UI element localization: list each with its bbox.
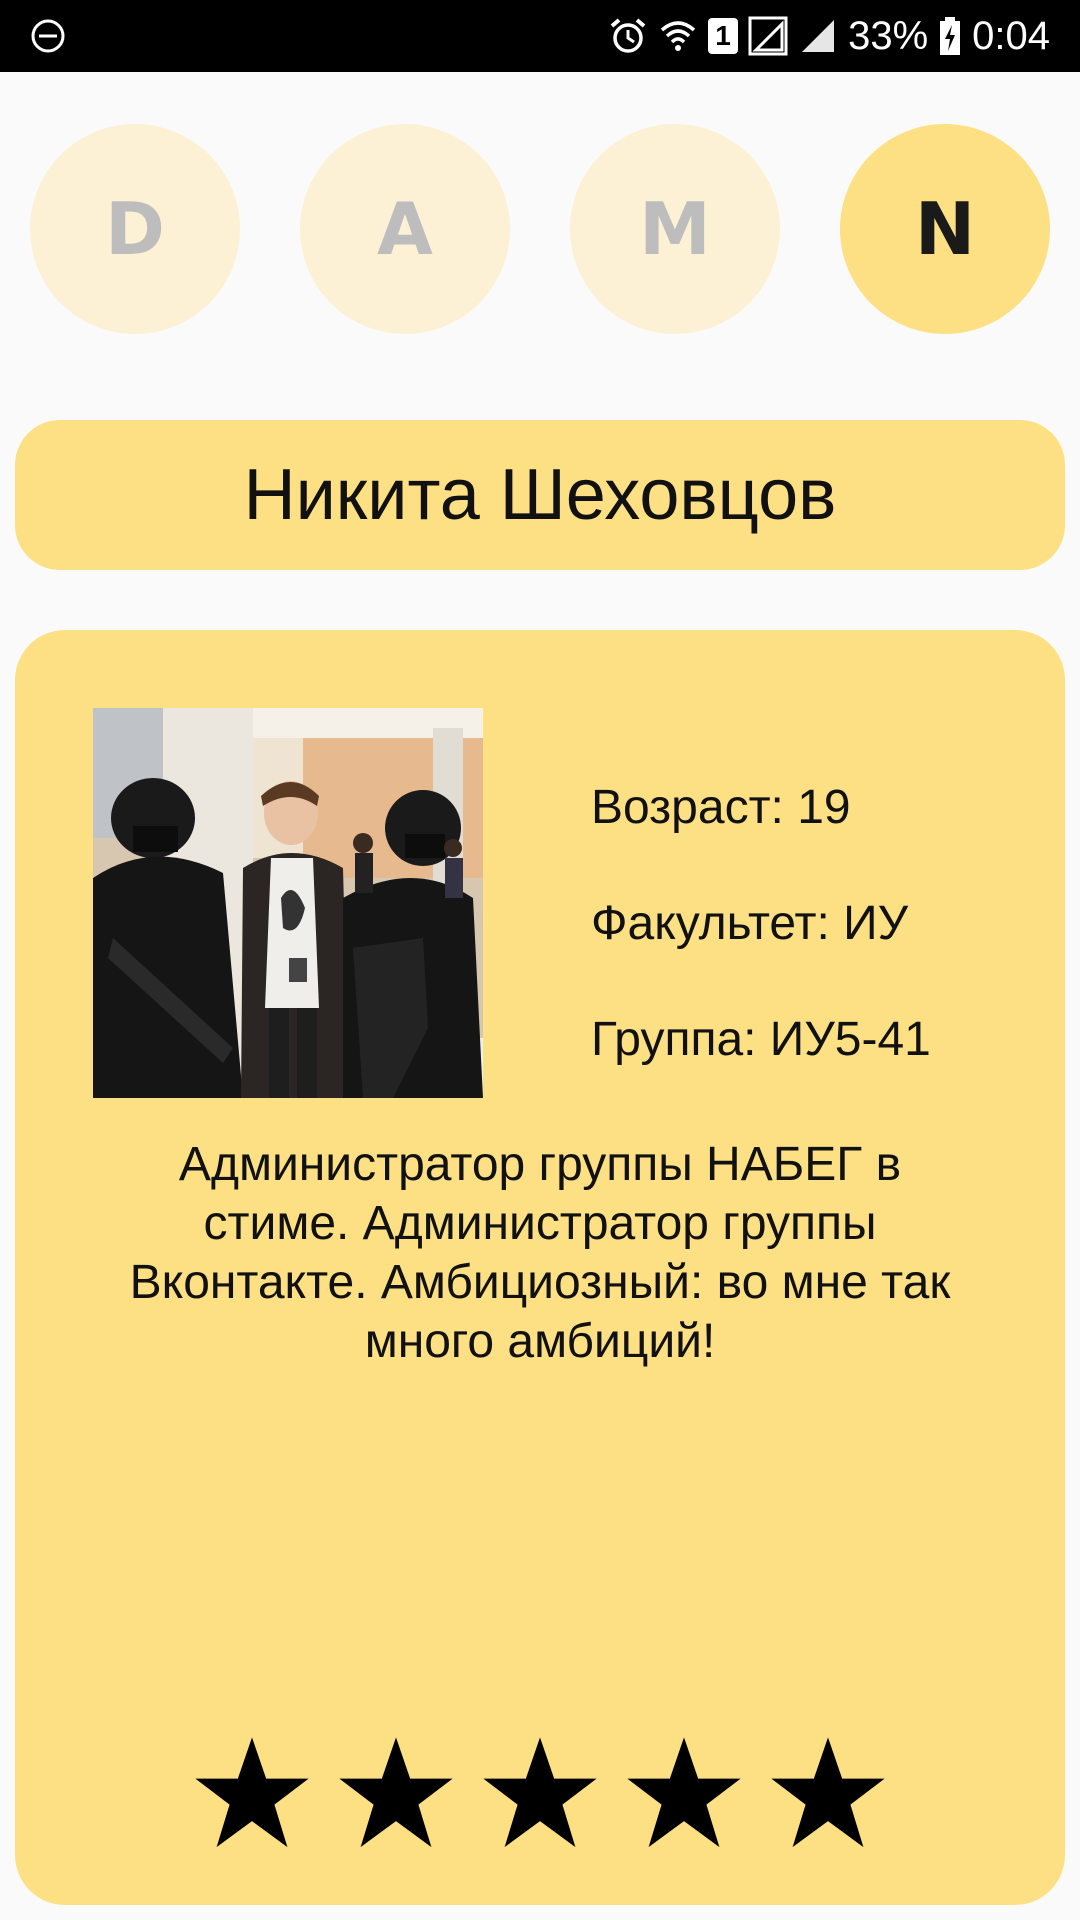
star-icon[interactable] [481, 1735, 599, 1853]
battery-percent: 33% [848, 14, 929, 58]
profile-name-banner: Никита Шеховцов [15, 420, 1065, 570]
tab-a[interactable]: A [300, 124, 510, 334]
battery-charging-icon [940, 17, 961, 55]
profile-description: Администратор группы НАБЕГ в стиме. Адми… [129, 1138, 951, 1368]
age-text: Возраст: 19 [591, 781, 851, 834]
tab-letter: A [377, 187, 433, 271]
rating-stars[interactable] [15, 1735, 1065, 1853]
group-text: Группа: ИУ5-41 [591, 1013, 931, 1066]
tab-m[interactable]: M [570, 124, 780, 334]
star-icon[interactable] [337, 1735, 455, 1853]
tab-letter: D [105, 187, 165, 271]
clock: 0:04 [972, 14, 1050, 58]
tab-n[interactable]: N [840, 124, 1050, 334]
star-icon[interactable] [193, 1735, 311, 1853]
star-icon[interactable] [625, 1735, 743, 1853]
profile-card: Возраст: 19 Факультет: ИУ Группа: ИУ5-41… [15, 630, 1065, 1905]
wifi-icon [660, 21, 696, 51]
tab-d[interactable]: D [30, 124, 240, 334]
photo-illustration [93, 708, 483, 1098]
profile-name: Никита Шеховцов [243, 455, 837, 535]
signal-icon [748, 16, 788, 56]
faculty-text: Факультет: ИУ [591, 897, 909, 950]
tab-letter: N [914, 187, 976, 271]
alarm-icon [610, 18, 646, 53]
tab-letter: M [639, 187, 711, 271]
status-bar: 1 33% 0:04 [0, 0, 1080, 72]
star-icon[interactable] [769, 1735, 887, 1853]
sim-slot-badge: 1 [708, 18, 739, 54]
profile-photo [93, 708, 483, 1098]
signal-strength-icon [802, 20, 835, 52]
do-not-disturb-icon [31, 19, 65, 53]
